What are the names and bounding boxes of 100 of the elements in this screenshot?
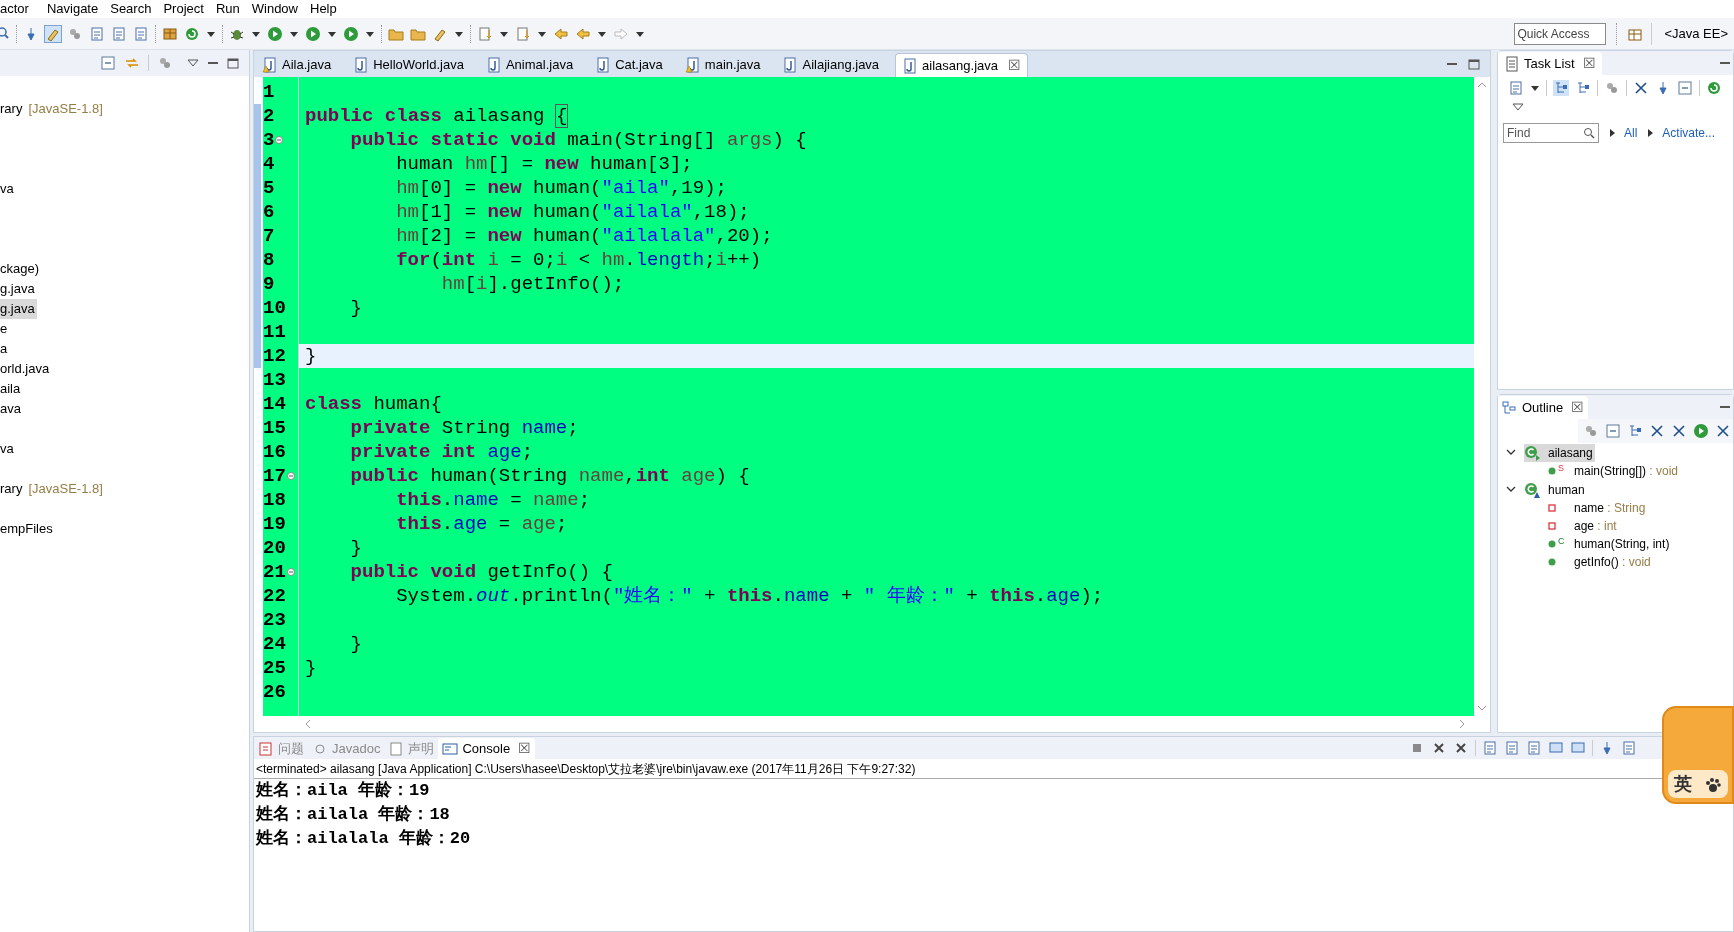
tree-item[interactable]: ckage) xyxy=(0,259,42,279)
close-icon[interactable]: ☒ xyxy=(518,738,532,759)
menu-item[interactable]: Window xyxy=(245,0,304,18)
filter-icon[interactable] xyxy=(1604,80,1620,96)
quick-access-field[interactable]: Quick Access xyxy=(1514,22,1607,45)
cross-icon[interactable] xyxy=(1715,423,1731,439)
cross-icon[interactable] xyxy=(1649,423,1665,439)
document-icon[interactable] xyxy=(89,25,105,42)
document-icon[interactable] xyxy=(1508,80,1524,96)
caret-icon[interactable] xyxy=(499,29,509,38)
scroll-down-icon[interactable] xyxy=(1477,704,1487,712)
arrow-left-icon[interactable] xyxy=(553,25,569,42)
caret-icon[interactable] xyxy=(454,29,464,38)
document-icon[interactable] xyxy=(111,25,127,42)
fold-icon[interactable] xyxy=(275,136,284,144)
tree-icon[interactable] xyxy=(1553,80,1569,96)
tree-item[interactable]: g.java xyxy=(0,299,37,319)
cross-icon[interactable] xyxy=(1633,80,1649,96)
tree-item[interactable]: orld.java xyxy=(0,359,52,379)
expand-arrow-icon[interactable] xyxy=(1609,128,1616,138)
brush-icon[interactable] xyxy=(45,25,61,42)
perspective-button[interactable]: <Java EE> xyxy=(1660,21,1732,46)
fold-icon[interactable] xyxy=(286,568,295,576)
maximize-icon[interactable] xyxy=(227,57,239,69)
view-menu-icon[interactable] xyxy=(187,58,199,68)
caret-icon[interactable] xyxy=(327,29,337,38)
caret-icon[interactable] xyxy=(597,29,607,38)
view-tab[interactable]: Outline ☒ xyxy=(1498,396,1589,419)
menu-item[interactable]: actor xyxy=(0,0,41,18)
scroll-up-icon[interactable] xyxy=(1477,81,1487,89)
document-icon[interactable] xyxy=(1621,740,1637,756)
play-icon[interactable] xyxy=(267,25,283,42)
document-icon[interactable] xyxy=(133,25,149,42)
caret-icon[interactable] xyxy=(365,29,375,38)
link[interactable]: Activate... xyxy=(1662,124,1716,142)
expand-arrow-icon[interactable] xyxy=(1647,128,1655,138)
tree-icon[interactable] xyxy=(1575,80,1591,96)
tree-item[interactable]: rary xyxy=(0,99,25,119)
arrow-left-icon[interactable] xyxy=(575,25,591,42)
find-field[interactable]: Find xyxy=(1503,123,1599,143)
menu-item[interactable]: Navigate xyxy=(40,0,105,18)
fold-icon[interactable] xyxy=(286,472,295,480)
tree-item[interactable]: aila xyxy=(0,379,23,399)
play-icon[interactable] xyxy=(343,25,359,42)
perspective-icon[interactable] xyxy=(1627,25,1644,42)
editor-tab[interactable]: Animal.java xyxy=(479,53,580,77)
collapse-icon[interactable] xyxy=(1677,80,1693,96)
caret-icon[interactable] xyxy=(251,29,261,38)
editor-tab[interactable]: Aila.java xyxy=(256,53,338,77)
collapse-icon[interactable] xyxy=(1605,423,1621,439)
close-icon[interactable]: ☒ xyxy=(1008,55,1021,76)
tree-item[interactable]: rary xyxy=(0,479,25,499)
scroll-right-icon[interactable] xyxy=(1458,719,1466,729)
outline-item[interactable]: name : String xyxy=(1574,499,1646,517)
tree-item[interactable]: va xyxy=(0,439,16,459)
tree-item[interactable]: e xyxy=(0,319,10,339)
outline-item[interactable]: main(String[]) : void xyxy=(1574,462,1679,480)
refresh-icon[interactable] xyxy=(184,25,200,42)
caret-icon[interactable] xyxy=(206,29,216,38)
editor-tab[interactable]: main.java xyxy=(678,53,767,77)
editor-tab[interactable]: HelloWorld.java xyxy=(347,53,470,77)
refresh-icon[interactable] xyxy=(1706,80,1722,96)
document-icon[interactable] xyxy=(1504,740,1520,756)
link[interactable]: All xyxy=(1624,124,1638,142)
cross-icon[interactable] xyxy=(1671,423,1687,439)
menu-item[interactable]: Search xyxy=(104,0,158,18)
caret-icon[interactable] xyxy=(289,29,299,38)
maximize-icon[interactable] xyxy=(1468,58,1480,70)
outline-item[interactable]: age : int xyxy=(1574,517,1617,535)
filter-icon[interactable] xyxy=(157,55,173,71)
editor-tab[interactable]: Ailajiang.java xyxy=(776,53,886,77)
play-icon[interactable] xyxy=(1693,423,1709,439)
view-menu-icon[interactable] xyxy=(1512,103,1524,111)
package-icon[interactable] xyxy=(162,25,178,42)
menu-item[interactable]: Project xyxy=(157,0,210,18)
caret-icon[interactable] xyxy=(635,29,645,38)
menu-item[interactable]: Run xyxy=(209,0,246,18)
outline-item[interactable]: human(String, int) xyxy=(1574,535,1670,553)
caret-icon[interactable] xyxy=(1530,84,1540,92)
monitor-icon[interactable] xyxy=(1570,740,1586,756)
filter-icon[interactable] xyxy=(1583,423,1599,439)
document-icon[interactable] xyxy=(1526,740,1542,756)
close-icon[interactable]: ☒ xyxy=(1582,53,1596,74)
tree-item[interactable]: a xyxy=(0,339,10,359)
close-icon[interactable]: ☒ xyxy=(1571,397,1585,418)
monitor-icon[interactable] xyxy=(1548,740,1564,756)
view-tab[interactable]: Console ☒ xyxy=(438,738,536,759)
play-icon[interactable] xyxy=(305,25,321,42)
caret-icon[interactable] xyxy=(537,29,547,38)
tree-item[interactable]: ava xyxy=(0,399,23,419)
tree-item[interactable]: va xyxy=(0,179,16,199)
view-tab[interactable]: Task List ☒ xyxy=(1498,52,1602,75)
outline-item[interactable]: getInfo() : void xyxy=(1574,553,1651,571)
collapse-icon[interactable] xyxy=(100,55,116,71)
outline-item[interactable]: human xyxy=(1548,480,1585,499)
tree-item[interactable]: empFiles xyxy=(0,519,55,539)
document-icon[interactable] xyxy=(1482,740,1498,756)
editor-tab[interactable]: ailasang.java ☒ xyxy=(895,53,1028,77)
scroll-left-icon[interactable] xyxy=(304,719,312,729)
tree-item[interactable]: g.java xyxy=(0,279,37,299)
